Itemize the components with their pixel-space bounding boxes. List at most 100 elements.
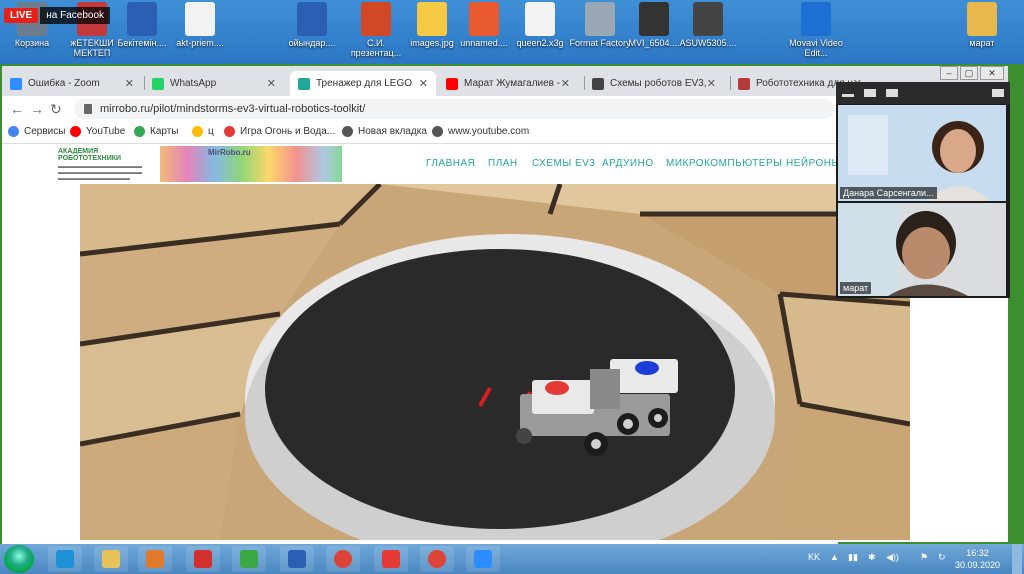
bookmark-item[interactable]: Новая вкладка (342, 126, 427, 137)
taskbar: KK ▲ ▮▮ ✱ ◀)) ⚑ ↻ 16:32 30.09.2020 (0, 544, 1024, 574)
file-icon (417, 2, 447, 36)
bookmark-item[interactable]: ц (192, 126, 214, 137)
file-icon (801, 2, 831, 36)
desktop-icon-label: марат (969, 38, 995, 48)
desktop-icon-label: queen2.x3g (516, 38, 564, 48)
gallery-view-icon[interactable] (864, 89, 876, 97)
browser-tab[interactable]: Схемы роботов EV3, N ✕ (584, 71, 724, 96)
word-taskbar-button[interactable] (280, 546, 314, 572)
flag-icon[interactable]: ⚑ (920, 552, 928, 563)
minimize-video-icon[interactable] (842, 94, 854, 97)
update-icon[interactable]: ↻ (938, 552, 946, 563)
android-taskbar-button[interactable] (232, 546, 266, 572)
browser-tab[interactable]: Тренажер для LEGO ✕ (290, 71, 436, 96)
network-icon[interactable]: ▮▮ (848, 552, 858, 563)
file-icon (693, 2, 723, 36)
ie-icon (56, 550, 74, 568)
ie-taskbar-button[interactable] (48, 546, 82, 572)
url-input[interactable]: mirrobo.ru/pilot/mindstorms-ev3-virtual-… (74, 99, 834, 119)
language-indicator[interactable]: KK (808, 552, 820, 562)
tab-label: Схемы роботов EV3, N (610, 78, 707, 89)
video-call-panel: Данара Сарсенгали... марат (836, 82, 1010, 298)
bookmark-item[interactable]: YouTube (70, 126, 125, 137)
folder-icon (102, 550, 120, 568)
academy-logo[interactable]: АКАДЕМИЯ РОБОТОТЕХНИКИ ▬▬▬▬▬▬▬▬▬▬▬▬▬▬ ▬▬▬… (58, 148, 158, 182)
yandex-browser-icon (382, 550, 400, 568)
android-icon (240, 550, 258, 568)
chrome-icon (334, 550, 352, 568)
live-platform-label: на Facebook (40, 6, 111, 24)
desktop-icon[interactable]: марат (950, 2, 1014, 48)
folder-taskbar-button[interactable] (94, 546, 128, 572)
bookmark-favicon-icon (224, 126, 235, 137)
chrome-taskbar-button[interactable] (326, 546, 360, 572)
live-stream-badge[interactable]: LIVE на Facebook (4, 6, 111, 24)
desktop-icon[interactable]: С.И. презентац... (344, 2, 408, 58)
file-icon (297, 2, 327, 36)
site-menu-item[interactable]: ГЛАВНАЯ (426, 158, 475, 169)
minimize-button[interactable]: – (940, 66, 958, 80)
hide-video-icon[interactable] (886, 89, 898, 97)
desktop-icon[interactable]: ойындар.... (280, 2, 344, 48)
desktop-icon[interactable]: Бекітемін.... (110, 2, 174, 48)
desktop-icon[interactable]: queen2.x3g (508, 2, 572, 48)
file-icon (185, 2, 215, 36)
yandex-taskbar-button[interactable] (186, 546, 220, 572)
desktop-icon[interactable]: Movavi Video Edit... (784, 2, 848, 58)
participant-video-1[interactable]: Данара Сарсенгали... (838, 105, 1006, 201)
simulator-area (2, 184, 910, 544)
participant-name-2: марат (840, 282, 872, 294)
bookmark-item[interactable]: Сервисы (8, 126, 65, 137)
mirrobo-banner[interactable]: MirRobo.ru (160, 146, 342, 182)
forward-icon[interactable]: → (30, 101, 44, 117)
tray-arrow-icon[interactable]: ▲ (830, 552, 839, 562)
desktop-icon-label: unnamed.... (460, 38, 508, 48)
bookmark-item[interactable]: Карты (134, 126, 179, 137)
desktop-icon-label: ASUW5305.... (679, 38, 737, 48)
tab-label: Марат Жумагалиев - Yo (464, 78, 561, 89)
desktop-icon[interactable]: akt-priem.... (168, 2, 232, 48)
reload-icon[interactable]: ↻ (50, 101, 62, 118)
browser-tab[interactable]: WhatsApp ✕ (144, 71, 284, 96)
site-menu-item[interactable]: АРДУИНО (602, 158, 654, 169)
desktop-icon-label: С.И. презентац... (350, 38, 402, 58)
expand-video-icon[interactable] (992, 89, 1004, 97)
volume-icon[interactable]: ◀)) (886, 552, 899, 563)
desktop-icon[interactable]: unnamed.... (452, 2, 516, 48)
close-tab-icon[interactable]: ✕ (267, 77, 276, 90)
browser-tab[interactable]: Марат Жумагалиев - Yo✕ (438, 71, 578, 96)
robot-simulator-canvas[interactable] (80, 184, 910, 540)
site-menu-item[interactable]: НЕЙРОНЫ (786, 158, 841, 169)
mirrobo-brand: MirRobo.ru (208, 148, 251, 157)
close-tab-icon[interactable]: ✕ (125, 77, 134, 90)
start-button[interactable] (4, 545, 34, 573)
chrome-taskbar-button[interactable] (420, 546, 454, 572)
close-window-button[interactable]: ✕ (980, 66, 1004, 80)
academy-logo-title: АКАДЕМИЯ РОБОТОТЕХНИКИ (58, 148, 122, 162)
show-desktop-button[interactable] (1012, 544, 1022, 574)
participant-video-2[interactable]: марат (838, 203, 1006, 296)
tab-favicon-icon (10, 77, 22, 90)
bookmark-item[interactable]: Игра Огонь и Вода... (224, 126, 335, 137)
desktop-icon[interactable]: ASUW5305.... (676, 2, 740, 48)
site-menu-item[interactable]: СХЕМЫ EV3 (532, 158, 595, 169)
zoom-taskbar-button[interactable] (466, 546, 500, 572)
bluetooth-icon[interactable]: ✱ (868, 552, 876, 563)
close-tab-icon[interactable]: ✕ (707, 77, 716, 90)
back-icon[interactable]: ← (10, 101, 24, 117)
bookmark-label: Карты (150, 126, 179, 137)
close-tab-icon[interactable]: ✕ (419, 77, 428, 90)
site-menu-item[interactable]: МИКРОКОМПЬЮТЕРЫ (666, 158, 782, 169)
system-clock[interactable]: 16:32 30.09.2020 (955, 547, 1000, 571)
bookmark-item[interactable]: www.youtube.com (432, 126, 529, 137)
site-menu-item[interactable]: ПЛАН (488, 158, 518, 169)
clock-time: 16:32 (966, 548, 989, 558)
yandex-browser-taskbar-button[interactable] (374, 546, 408, 572)
media-taskbar-button[interactable] (138, 546, 172, 572)
close-tab-icon[interactable]: ✕ (561, 77, 570, 90)
tab-favicon-icon (446, 77, 458, 90)
tab-label: WhatsApp (170, 78, 217, 89)
maximize-button[interactable]: ▢ (960, 66, 978, 80)
desktop-icon-label: ойындар.... (288, 38, 336, 48)
browser-tab[interactable]: Ошибка - Zoom ✕ (2, 71, 142, 96)
